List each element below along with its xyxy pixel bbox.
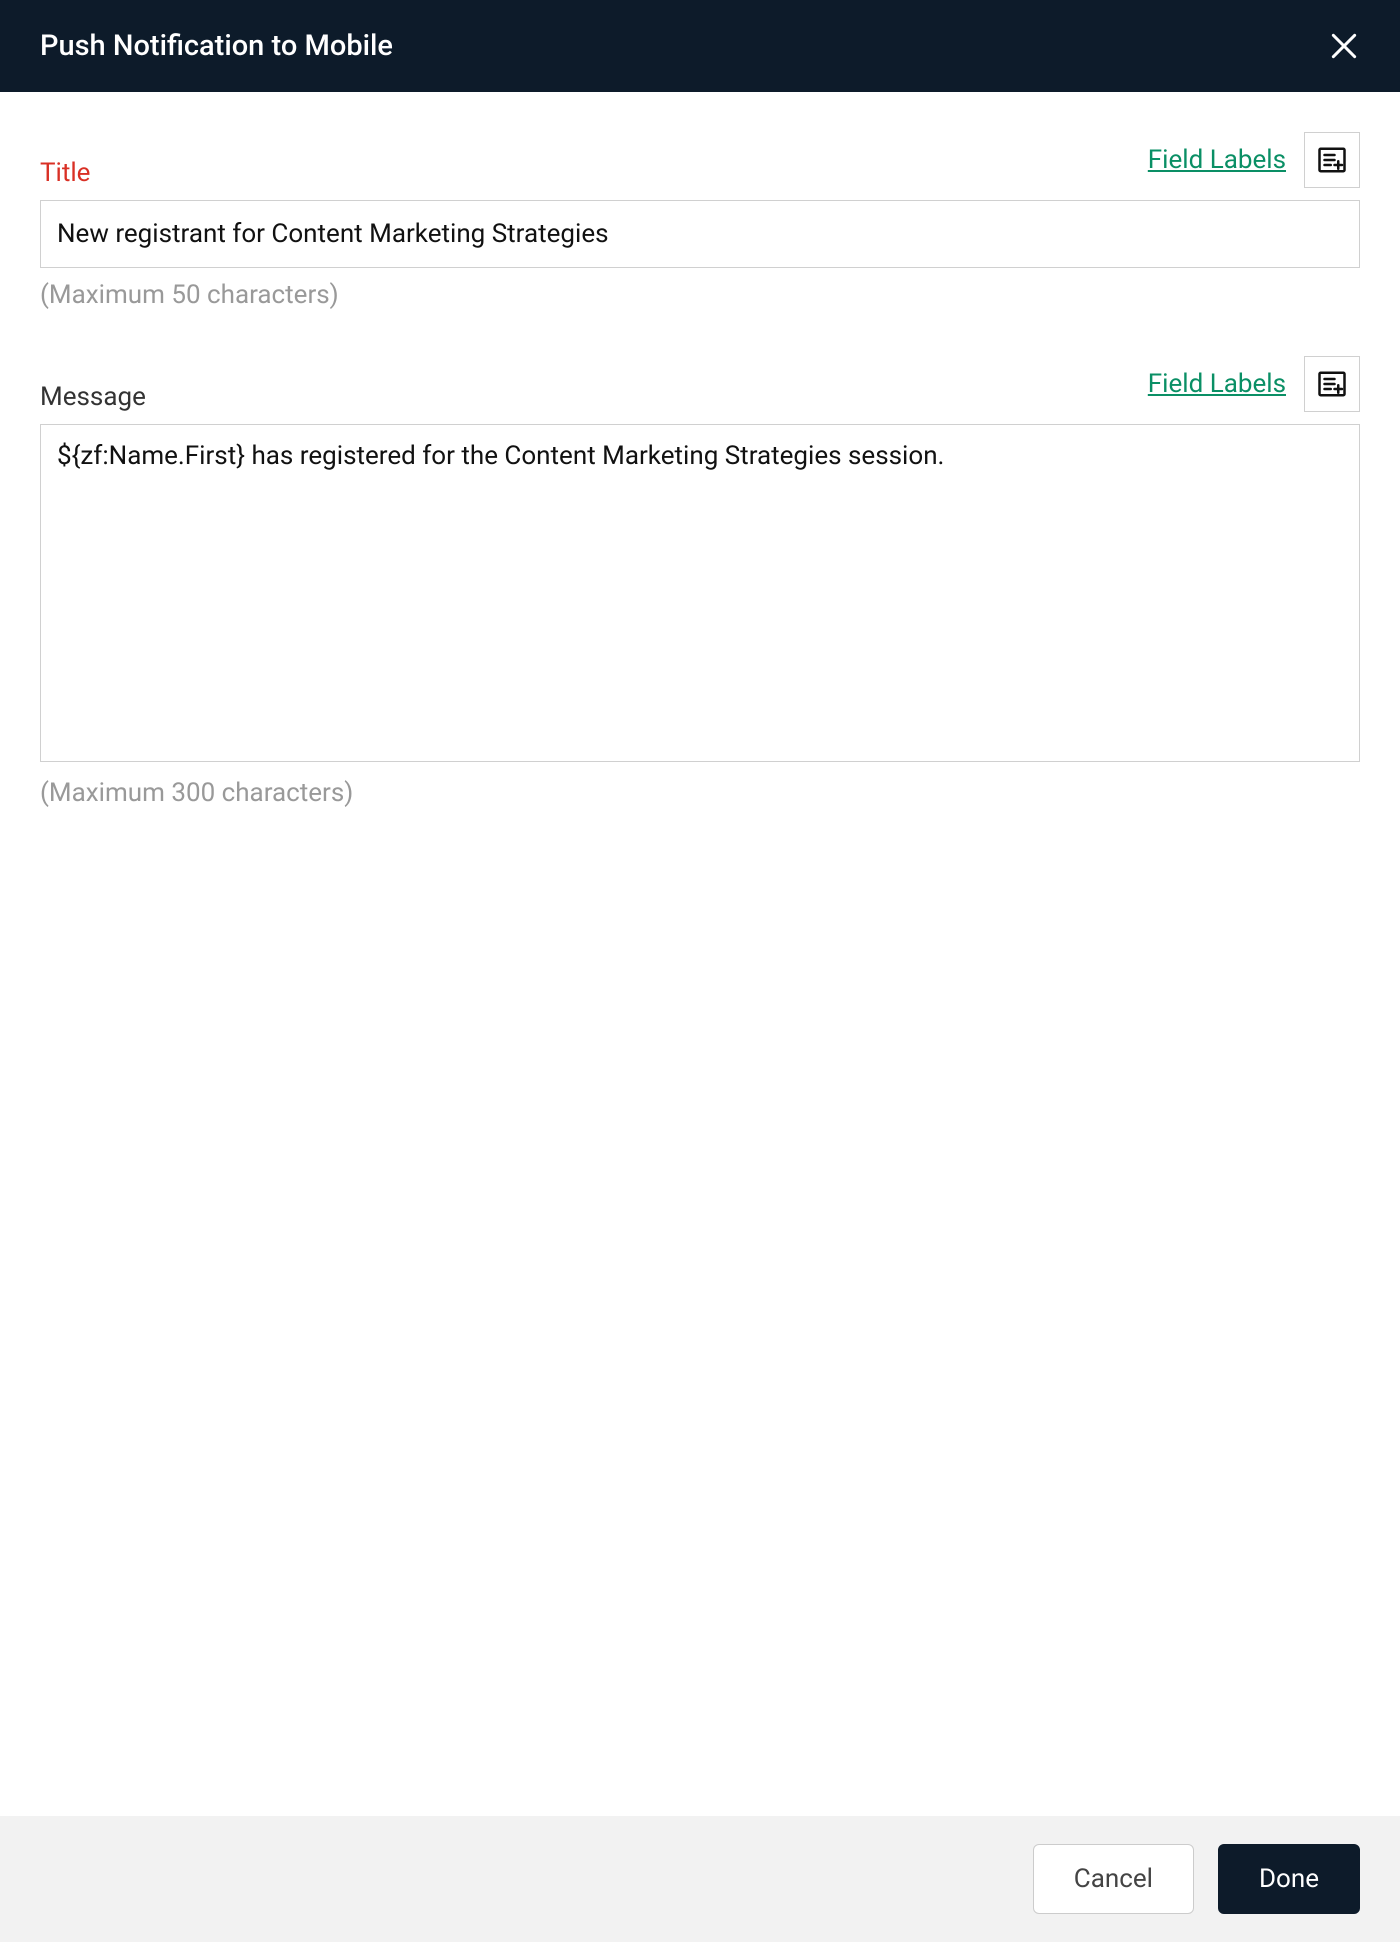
message-actions: Field Labels [1148,356,1360,412]
message-section: Message Field Labels (Maximum 300 charac… [40,356,1360,808]
message-textarea[interactable] [40,424,1360,762]
message-field-row: Message Field Labels [40,356,1360,412]
title-actions: Field Labels [1148,132,1360,188]
title-field-labels-link[interactable]: Field Labels [1148,145,1286,175]
message-label: Message [40,382,146,412]
modal-header: Push Notification to Mobile [0,0,1400,92]
insert-variable-icon [1317,145,1347,175]
insert-variable-icon [1317,369,1347,399]
cancel-button[interactable]: Cancel [1033,1844,1194,1914]
message-field-labels-link[interactable]: Field Labels [1148,369,1286,399]
title-section: Title Field Labels (Maximum 50 character… [40,132,1360,310]
modal-title: Push Notification to Mobile [40,29,393,63]
title-label: Title [40,158,90,188]
title-helper-text: (Maximum 50 characters) [40,280,1360,310]
done-button[interactable]: Done [1218,1844,1360,1914]
message-insert-variable-button[interactable] [1304,356,1360,412]
title-insert-variable-button[interactable] [1304,132,1360,188]
close-button[interactable] [1328,30,1360,62]
modal-footer: Cancel Done [0,1816,1400,1942]
title-field-row: Title Field Labels [40,132,1360,188]
modal-content: Title Field Labels (Maximum 50 character… [0,92,1400,1816]
close-icon [1328,30,1360,62]
message-helper-text: (Maximum 300 characters) [40,778,1360,808]
title-input[interactable] [40,200,1360,268]
